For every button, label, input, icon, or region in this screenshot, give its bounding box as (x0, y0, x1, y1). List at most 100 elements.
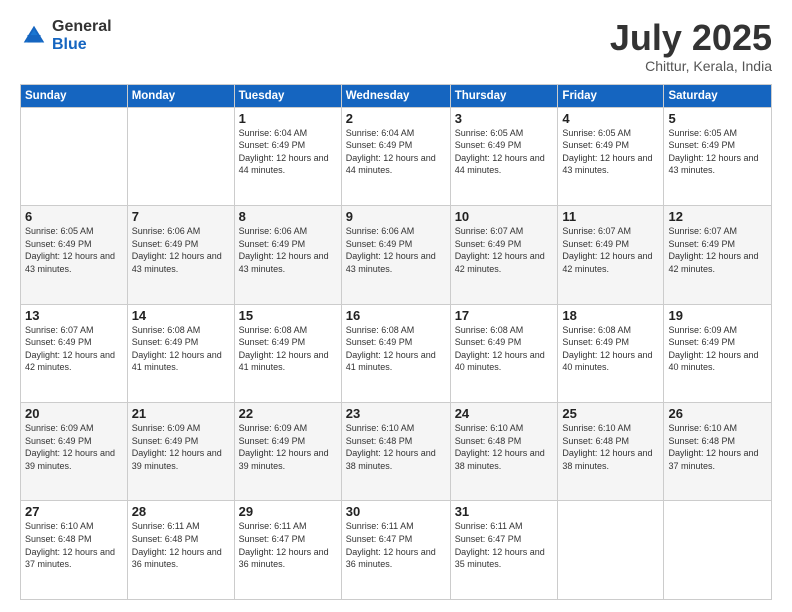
day-number: 17 (455, 308, 554, 323)
day-info: Sunrise: 6:10 AM Sunset: 6:48 PM Dayligh… (562, 422, 659, 472)
calendar-week-row: 27Sunrise: 6:10 AM Sunset: 6:48 PM Dayli… (21, 501, 772, 600)
calendar-cell: 11Sunrise: 6:07 AM Sunset: 6:49 PM Dayli… (558, 206, 664, 304)
weekday-header-thursday: Thursday (450, 84, 558, 107)
logo-general-text: General (52, 18, 112, 36)
weekday-header-sunday: Sunday (21, 84, 128, 107)
calendar-week-row: 6Sunrise: 6:05 AM Sunset: 6:49 PM Daylig… (21, 206, 772, 304)
calendar-cell: 23Sunrise: 6:10 AM Sunset: 6:48 PM Dayli… (341, 403, 450, 501)
day-info: Sunrise: 6:08 AM Sunset: 6:49 PM Dayligh… (455, 324, 554, 374)
day-info: Sunrise: 6:11 AM Sunset: 6:47 PM Dayligh… (346, 520, 446, 570)
day-number: 20 (25, 406, 123, 421)
header: General Blue July 2025 Chittur, Kerala, … (20, 18, 772, 74)
logo-text: General Blue (52, 18, 112, 53)
day-info: Sunrise: 6:10 AM Sunset: 6:48 PM Dayligh… (346, 422, 446, 472)
weekday-header-wednesday: Wednesday (341, 84, 450, 107)
calendar-week-row: 1Sunrise: 6:04 AM Sunset: 6:49 PM Daylig… (21, 107, 772, 205)
weekday-header-saturday: Saturday (664, 84, 772, 107)
calendar-cell: 26Sunrise: 6:10 AM Sunset: 6:48 PM Dayli… (664, 403, 772, 501)
day-info: Sunrise: 6:09 AM Sunset: 6:49 PM Dayligh… (132, 422, 230, 472)
day-info: Sunrise: 6:09 AM Sunset: 6:49 PM Dayligh… (668, 324, 767, 374)
calendar-cell: 27Sunrise: 6:10 AM Sunset: 6:48 PM Dayli… (21, 501, 128, 600)
day-info: Sunrise: 6:10 AM Sunset: 6:48 PM Dayligh… (25, 520, 123, 570)
calendar-cell (127, 107, 234, 205)
calendar-cell: 8Sunrise: 6:06 AM Sunset: 6:49 PM Daylig… (234, 206, 341, 304)
calendar-cell: 21Sunrise: 6:09 AM Sunset: 6:49 PM Dayli… (127, 403, 234, 501)
day-info: Sunrise: 6:11 AM Sunset: 6:48 PM Dayligh… (132, 520, 230, 570)
calendar-cell: 1Sunrise: 6:04 AM Sunset: 6:49 PM Daylig… (234, 107, 341, 205)
day-number: 15 (239, 308, 337, 323)
calendar-cell: 22Sunrise: 6:09 AM Sunset: 6:49 PM Dayli… (234, 403, 341, 501)
day-number: 18 (562, 308, 659, 323)
day-number: 25 (562, 406, 659, 421)
calendar-cell: 9Sunrise: 6:06 AM Sunset: 6:49 PM Daylig… (341, 206, 450, 304)
day-number: 14 (132, 308, 230, 323)
calendar-cell: 19Sunrise: 6:09 AM Sunset: 6:49 PM Dayli… (664, 304, 772, 402)
day-info: Sunrise: 6:07 AM Sunset: 6:49 PM Dayligh… (562, 225, 659, 275)
day-number: 22 (239, 406, 337, 421)
calendar-cell: 16Sunrise: 6:08 AM Sunset: 6:49 PM Dayli… (341, 304, 450, 402)
day-number: 29 (239, 504, 337, 519)
calendar-cell: 3Sunrise: 6:05 AM Sunset: 6:49 PM Daylig… (450, 107, 558, 205)
day-info: Sunrise: 6:06 AM Sunset: 6:49 PM Dayligh… (239, 225, 337, 275)
page: General Blue July 2025 Chittur, Kerala, … (0, 0, 792, 612)
title-block: July 2025 Chittur, Kerala, India (610, 18, 772, 74)
calendar-cell: 2Sunrise: 6:04 AM Sunset: 6:49 PM Daylig… (341, 107, 450, 205)
day-number: 27 (25, 504, 123, 519)
calendar-cell: 13Sunrise: 6:07 AM Sunset: 6:49 PM Dayli… (21, 304, 128, 402)
day-number: 12 (668, 209, 767, 224)
calendar-cell: 17Sunrise: 6:08 AM Sunset: 6:49 PM Dayli… (450, 304, 558, 402)
weekday-header-row: SundayMondayTuesdayWednesdayThursdayFrid… (21, 84, 772, 107)
calendar-table: SundayMondayTuesdayWednesdayThursdayFrid… (20, 84, 772, 600)
calendar-cell: 24Sunrise: 6:10 AM Sunset: 6:48 PM Dayli… (450, 403, 558, 501)
day-info: Sunrise: 6:09 AM Sunset: 6:49 PM Dayligh… (239, 422, 337, 472)
day-number: 4 (562, 111, 659, 126)
day-number: 19 (668, 308, 767, 323)
day-number: 11 (562, 209, 659, 224)
calendar-cell: 14Sunrise: 6:08 AM Sunset: 6:49 PM Dayli… (127, 304, 234, 402)
day-number: 7 (132, 209, 230, 224)
day-number: 2 (346, 111, 446, 126)
day-info: Sunrise: 6:08 AM Sunset: 6:49 PM Dayligh… (346, 324, 446, 374)
calendar-cell: 30Sunrise: 6:11 AM Sunset: 6:47 PM Dayli… (341, 501, 450, 600)
day-info: Sunrise: 6:05 AM Sunset: 6:49 PM Dayligh… (562, 127, 659, 177)
calendar-cell: 18Sunrise: 6:08 AM Sunset: 6:49 PM Dayli… (558, 304, 664, 402)
day-info: Sunrise: 6:08 AM Sunset: 6:49 PM Dayligh… (562, 324, 659, 374)
calendar-cell (21, 107, 128, 205)
subtitle: Chittur, Kerala, India (610, 58, 772, 74)
day-info: Sunrise: 6:11 AM Sunset: 6:47 PM Dayligh… (455, 520, 554, 570)
day-info: Sunrise: 6:04 AM Sunset: 6:49 PM Dayligh… (239, 127, 337, 177)
logo: General Blue (20, 18, 112, 53)
calendar-cell: 5Sunrise: 6:05 AM Sunset: 6:49 PM Daylig… (664, 107, 772, 205)
day-info: Sunrise: 6:05 AM Sunset: 6:49 PM Dayligh… (668, 127, 767, 177)
weekday-header-monday: Monday (127, 84, 234, 107)
day-number: 13 (25, 308, 123, 323)
day-info: Sunrise: 6:07 AM Sunset: 6:49 PM Dayligh… (25, 324, 123, 374)
day-number: 1 (239, 111, 337, 126)
calendar-cell: 25Sunrise: 6:10 AM Sunset: 6:48 PM Dayli… (558, 403, 664, 501)
calendar-week-row: 20 Sunrise: 6:09 AM Sunset: 6:49 PM Dayli… (21, 403, 772, 501)
calendar-cell: 6Sunrise: 6:05 AM Sunset: 6:49 PM Daylig… (21, 206, 128, 304)
calendar-week-row: 13Sunrise: 6:07 AM Sunset: 6:49 PM Dayli… (21, 304, 772, 402)
weekday-header-friday: Friday (558, 84, 664, 107)
calendar-cell: 7Sunrise: 6:06 AM Sunset: 6:49 PM Daylig… (127, 206, 234, 304)
calendar-cell: 31Sunrise: 6:11 AM Sunset: 6:47 PM Dayli… (450, 501, 558, 600)
day-number: 8 (239, 209, 337, 224)
calendar-cell (558, 501, 664, 600)
day-number: 9 (346, 209, 446, 224)
day-number: 6 (25, 209, 123, 224)
calendar-cell: 15Sunrise: 6:08 AM Sunset: 6:49 PM Dayli… (234, 304, 341, 402)
logo-blue-text: Blue (52, 36, 112, 54)
calendar-cell: 28Sunrise: 6:11 AM Sunset: 6:48 PM Dayli… (127, 501, 234, 600)
day-number: 21 (132, 406, 230, 421)
day-number: 31 (455, 504, 554, 519)
calendar-cell (664, 501, 772, 600)
day-number: 28 (132, 504, 230, 519)
logo-icon (20, 22, 48, 50)
day-number: 24 (455, 406, 554, 421)
day-info: Sunrise: 6:11 AM Sunset: 6:47 PM Dayligh… (239, 520, 337, 570)
day-number: 30 (346, 504, 446, 519)
day-number: 26 (668, 406, 767, 421)
day-info: Sunrise: 6:07 AM Sunset: 6:49 PM Dayligh… (455, 225, 554, 275)
day-info: Sunrise: 6:06 AM Sunset: 6:49 PM Dayligh… (132, 225, 230, 275)
day-info: Sunrise: 6:10 AM Sunset: 6:48 PM Dayligh… (455, 422, 554, 472)
